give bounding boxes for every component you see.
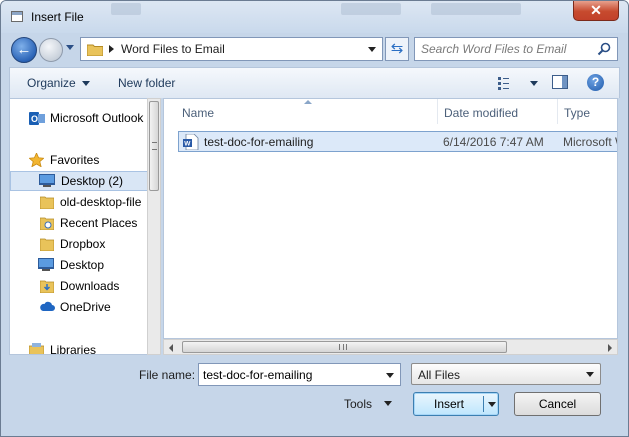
file-type-cell: Microsoft Word Document	[563, 135, 617, 149]
file-row[interactable]: W test-doc-for-emailing 6/14/2016 7:47 A…	[178, 131, 617, 152]
insert-label: Insert	[433, 397, 464, 411]
svg-text:W: W	[184, 141, 191, 148]
change-view-icon[interactable]	[498, 76, 516, 90]
chevron-down-icon[interactable]	[386, 373, 394, 378]
background-ghost	[111, 3, 141, 15]
word-doc-icon: W	[183, 134, 199, 150]
insert-button[interactable]: Insert	[413, 392, 499, 416]
nav-item-desktop-2[interactable]: Desktop (2)	[10, 171, 148, 191]
nav-item-label: Downloads	[60, 279, 120, 293]
navigation-scrollbar-thumb[interactable]	[149, 101, 159, 191]
nav-item-recent-places[interactable]: Recent Places	[10, 213, 148, 233]
organize-label: Organize	[27, 76, 76, 90]
nav-item-microsoft-outlook[interactable]: O Microsoft Outlook	[10, 108, 148, 128]
back-arrow-icon: ←	[16, 41, 32, 58]
breadcrumb-current[interactable]: Word Files to Email	[121, 42, 225, 56]
close-icon: ✕	[590, 2, 602, 18]
address-dropdown-icon[interactable]	[368, 47, 376, 52]
sort-ascending-icon	[304, 100, 312, 104]
nav-item-label: Desktop	[60, 258, 105, 272]
chevron-down-icon	[81, 81, 90, 87]
navigation-scrollbar[interactable]	[147, 98, 161, 355]
background-ghost	[431, 3, 521, 15]
forward-button[interactable]	[39, 38, 63, 62]
title-bar[interactable]: Insert File ✕	[1, 1, 628, 33]
recent-places-icon	[40, 217, 54, 230]
nav-item-libraries[interactable]: Libraries	[10, 340, 148, 355]
scroll-right-icon[interactable]	[608, 344, 612, 352]
chevron-down-icon	[384, 401, 393, 406]
new-folder-button[interactable]: New folder	[118, 76, 175, 90]
nav-item-desktop[interactable]: Desktop	[10, 255, 148, 275]
insert-file-dialog: Insert File ✕ ← Word Files to Email ⇆ Or…	[0, 0, 629, 437]
star-icon	[29, 153, 44, 167]
chevron-down-icon	[586, 372, 594, 377]
scroll-left-icon[interactable]	[169, 344, 173, 352]
search-icon[interactable]	[597, 42, 611, 56]
background-ghost	[341, 3, 401, 15]
address-bar[interactable]: Word Files to Email	[80, 37, 383, 61]
libraries-icon	[29, 343, 44, 354]
nav-item-dropbox[interactable]: Dropbox	[10, 234, 148, 254]
nav-item-label: Dropbox	[60, 237, 106, 251]
outlook-icon: O	[29, 112, 45, 125]
window-title: Insert File	[31, 10, 84, 24]
desktop-icon	[38, 258, 54, 271]
file-type-filter-value: All Files	[418, 368, 461, 382]
split-divider	[483, 396, 484, 412]
organize-menu[interactable]: Organize	[27, 76, 90, 90]
search-box[interactable]	[414, 37, 618, 61]
column-header-type[interactable]: Type	[558, 99, 617, 124]
file-type-filter-select[interactable]: All Files	[411, 363, 601, 385]
horizontal-scrollbar-thumb[interactable]	[182, 341, 507, 353]
file-name-combobox[interactable]	[198, 363, 401, 386]
folder-icon	[40, 196, 54, 209]
folder-icon	[87, 44, 103, 56]
insert-options-chevron-icon[interactable]	[488, 402, 496, 407]
preview-pane-icon[interactable]	[552, 75, 568, 89]
nav-item-favorites[interactable]: Favorites	[10, 150, 148, 170]
window-app-icon	[11, 11, 23, 22]
nav-item-label: Libraries	[50, 343, 97, 355]
dropbox-folder-icon	[40, 238, 54, 251]
file-date-cell: 6/14/2016 7:47 AM	[443, 135, 544, 149]
file-name-label: File name:	[139, 368, 196, 382]
svg-text:O: O	[31, 114, 38, 124]
nav-item-label: OneDrive	[60, 300, 111, 314]
file-name-cell: test-doc-for-emailing	[204, 135, 314, 149]
nav-item-label: Microsoft Outlook	[50, 111, 144, 125]
tools-menu[interactable]: Tools	[344, 397, 393, 411]
breadcrumb-separator-icon[interactable]	[109, 45, 114, 53]
nav-item-label: Recent Places	[60, 216, 138, 230]
nav-item-old-desktop-file[interactable]: old-desktop-file	[10, 192, 148, 212]
cancel-button[interactable]: Cancel	[514, 392, 601, 416]
nav-item-downloads[interactable]: Downloads	[10, 276, 148, 296]
tools-label: Tools	[344, 397, 373, 411]
back-button[interactable]: ←	[11, 37, 37, 63]
refresh-button[interactable]: ⇆	[385, 37, 409, 61]
help-icon[interactable]: ?	[587, 74, 604, 91]
search-input[interactable]	[421, 41, 593, 57]
close-button[interactable]: ✕	[573, 1, 619, 21]
refresh-icon: ⇆	[390, 40, 404, 57]
downloads-icon	[40, 280, 54, 293]
nav-item-onedrive[interactable]: OneDrive	[10, 297, 148, 317]
file-list: Name Date modified Type W test-doc-for-e…	[163, 98, 618, 339]
file-name-input[interactable]	[203, 367, 373, 383]
nav-item-label: old-desktop-file	[60, 195, 142, 209]
desktop-icon	[39, 174, 55, 187]
view-options-chevron-icon[interactable]	[530, 81, 538, 86]
cloud-icon	[40, 301, 55, 311]
navigation-pane: O Microsoft Outlook Favorites Desktop (2…	[9, 98, 161, 355]
grip-icon	[339, 344, 347, 350]
command-bar: Organize New folder ?	[9, 67, 620, 98]
nav-item-label: Favorites	[50, 153, 100, 167]
file-list-horizontal-scrollbar[interactable]	[163, 339, 618, 355]
nav-item-label: Desktop (2)	[61, 174, 124, 188]
recent-locations-chevron-icon[interactable]	[66, 45, 74, 50]
column-header-date-modified[interactable]: Date modified	[438, 99, 558, 124]
